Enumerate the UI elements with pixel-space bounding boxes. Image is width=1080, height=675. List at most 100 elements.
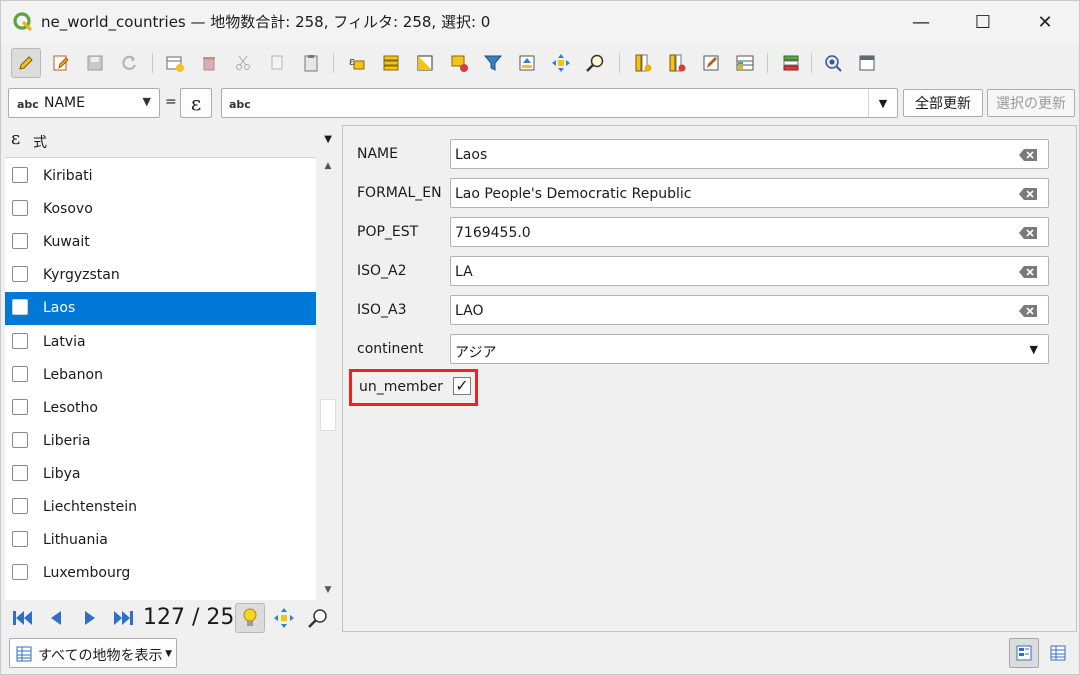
un-member-checkbox[interactable]: ✓ bbox=[453, 377, 471, 395]
feature-list-item[interactable]: Kuwait bbox=[5, 226, 316, 259]
form-view-icon[interactable] bbox=[1009, 638, 1039, 668]
delete-field-icon[interactable] bbox=[663, 49, 691, 77]
field-label: FORMAL_EN bbox=[357, 185, 442, 201]
feature-checkbox[interactable] bbox=[12, 332, 28, 349]
feature-checkbox[interactable] bbox=[12, 498, 28, 514]
conditional-formatting-icon[interactable] bbox=[731, 49, 759, 77]
previous-feature-icon[interactable] bbox=[43, 605, 69, 631]
feature-checkbox[interactable] bbox=[12, 564, 28, 581]
feature-label: Lithuania bbox=[43, 532, 108, 549]
display-expression-header[interactable]: ε 式 ▼ bbox=[5, 125, 338, 155]
scroll-up-arrow-icon[interactable]: ▲ bbox=[318, 157, 338, 175]
field-select[interactable]: abc NAME ▼ bbox=[8, 88, 160, 118]
clear-field-icon[interactable] bbox=[1018, 186, 1038, 205]
update-value-input[interactable]: abc ▼ bbox=[221, 88, 898, 118]
zoom-to-feature-icon[interactable] bbox=[305, 605, 331, 631]
feature-checkbox[interactable] bbox=[12, 266, 28, 283]
clear-field-icon[interactable] bbox=[1018, 303, 1038, 322]
pan-to-selection-icon[interactable] bbox=[547, 49, 575, 77]
feature-list-item[interactable]: Latvia bbox=[5, 326, 316, 359]
pan-to-feature-icon[interactable] bbox=[271, 605, 297, 631]
table-view-icon[interactable] bbox=[1043, 638, 1073, 668]
field-input[interactable]: Lao People's Democratic Republic bbox=[450, 178, 1049, 208]
field-calculator-icon[interactable] bbox=[697, 49, 725, 77]
toolbar-separator bbox=[811, 53, 812, 73]
un-member-label: un_member bbox=[359, 379, 443, 395]
feature-checkbox[interactable] bbox=[12, 233, 28, 250]
chevron-down-icon[interactable]: ▼ bbox=[1030, 343, 1038, 356]
dock-icon[interactable] bbox=[853, 49, 881, 77]
maximize-button[interactable]: ☐ bbox=[951, 1, 1015, 43]
save-edits-icon[interactable] bbox=[81, 49, 109, 77]
last-feature-icon[interactable] bbox=[111, 605, 137, 631]
clear-field-icon[interactable] bbox=[1018, 147, 1038, 166]
actions-icon[interactable] bbox=[819, 49, 847, 77]
copy-icon[interactable] bbox=[263, 49, 291, 77]
field-label: continent bbox=[357, 341, 424, 357]
show-all-features-dropdown[interactable]: すべての地物を表示 ▼ bbox=[9, 638, 177, 668]
feature-checkbox[interactable] bbox=[12, 167, 28, 183]
chevron-down-icon[interactable]: ▼ bbox=[868, 89, 897, 117]
field-update-bar: abc NAME ▼ = ε abc ▼ 全部更新 選択の更新 bbox=[1, 85, 1079, 121]
feature-list-scrollbar[interactable]: ▲ ▼ bbox=[318, 157, 338, 599]
feature-list-item[interactable]: Liberia bbox=[5, 425, 316, 458]
feature-list-item[interactable]: Libya bbox=[5, 458, 316, 491]
invert-selection-icon[interactable] bbox=[411, 49, 439, 77]
feature-checkbox[interactable] bbox=[12, 299, 28, 316]
feature-checkbox[interactable] bbox=[12, 200, 28, 217]
field-input[interactable]: 7169455.0 bbox=[450, 217, 1049, 247]
reload-icon[interactable] bbox=[115, 49, 143, 77]
field-input[interactable]: LAO bbox=[450, 295, 1049, 325]
field-input[interactable]: Laos bbox=[450, 139, 1049, 169]
clear-field-icon[interactable] bbox=[1018, 264, 1038, 283]
next-feature-icon[interactable] bbox=[77, 605, 103, 631]
feature-checkbox[interactable] bbox=[12, 431, 28, 448]
continent-dropdown[interactable]: アジア ▼ bbox=[450, 334, 1049, 364]
move-selection-to-top-icon[interactable] bbox=[513, 49, 541, 77]
feature-checkbox[interactable] bbox=[12, 365, 28, 382]
feature-list-item[interactable]: Laos bbox=[5, 292, 316, 326]
form-row-continent: continent アジア ▼ bbox=[343, 334, 1078, 366]
select-by-expression-icon[interactable]: ε bbox=[343, 49, 371, 77]
expression-builder-button[interactable]: ε bbox=[180, 88, 212, 118]
update-all-button[interactable]: 全部更新 bbox=[903, 89, 983, 117]
update-selected-button[interactable]: 選択の更新 bbox=[987, 89, 1075, 117]
feature-list-item[interactable]: Luxembourg bbox=[5, 557, 316, 590]
feature-list-item[interactable]: Lesotho bbox=[5, 392, 316, 425]
feature-list-item[interactable]: Kiribati bbox=[5, 160, 316, 193]
scroll-down-arrow-icon[interactable]: ▼ bbox=[318, 581, 338, 599]
filter-icon[interactable] bbox=[479, 49, 507, 77]
feature-checkbox[interactable] bbox=[12, 464, 28, 481]
deselect-icon[interactable] bbox=[445, 49, 473, 77]
feature-checkbox[interactable] bbox=[12, 398, 28, 415]
multi-edit-icon[interactable] bbox=[47, 49, 75, 77]
feature-list-item[interactable]: Lithuania bbox=[5, 524, 316, 557]
highlight-feature-icon[interactable] bbox=[235, 603, 265, 633]
close-button[interactable]: ✕ bbox=[1013, 1, 1077, 43]
scrollbar-thumb[interactable] bbox=[320, 399, 336, 431]
organize-columns-icon[interactable] bbox=[777, 49, 805, 77]
add-feature-icon[interactable] bbox=[161, 49, 189, 77]
first-feature-icon[interactable] bbox=[9, 605, 35, 631]
field-input[interactable]: LA bbox=[450, 256, 1049, 286]
feature-list-item[interactable]: Liechtenstein bbox=[5, 491, 316, 524]
new-field-icon[interactable] bbox=[629, 49, 657, 77]
zoom-to-selection-icon[interactable] bbox=[581, 49, 609, 77]
feature-label: Kyrgyzstan bbox=[43, 267, 120, 284]
table-icon bbox=[16, 646, 32, 666]
feature-list: Kiribati Kosovo Kuwait Kyrgyzstan Laos Latvia… bbox=[5, 157, 316, 600]
feature-list-item[interactable]: Kosovo bbox=[5, 193, 316, 226]
paste-icon[interactable] bbox=[297, 49, 325, 77]
feature-list-item[interactable]: Kyrgyzstan bbox=[5, 259, 316, 292]
feature-checkbox[interactable] bbox=[12, 531, 28, 548]
feature-list-item[interactable]: Lebanon bbox=[5, 359, 316, 392]
select-all-icon[interactable] bbox=[377, 49, 405, 77]
minimize-button[interactable]: — bbox=[889, 1, 953, 43]
field-label: NAME bbox=[357, 146, 398, 162]
chevron-down-icon[interactable]: ▼ bbox=[324, 134, 332, 145]
delete-feature-icon[interactable] bbox=[195, 49, 223, 77]
cut-icon[interactable] bbox=[229, 49, 257, 77]
field-select-value: NAME bbox=[44, 95, 85, 111]
clear-field-icon[interactable] bbox=[1018, 225, 1038, 244]
edit-pencil-icon[interactable] bbox=[11, 48, 41, 78]
